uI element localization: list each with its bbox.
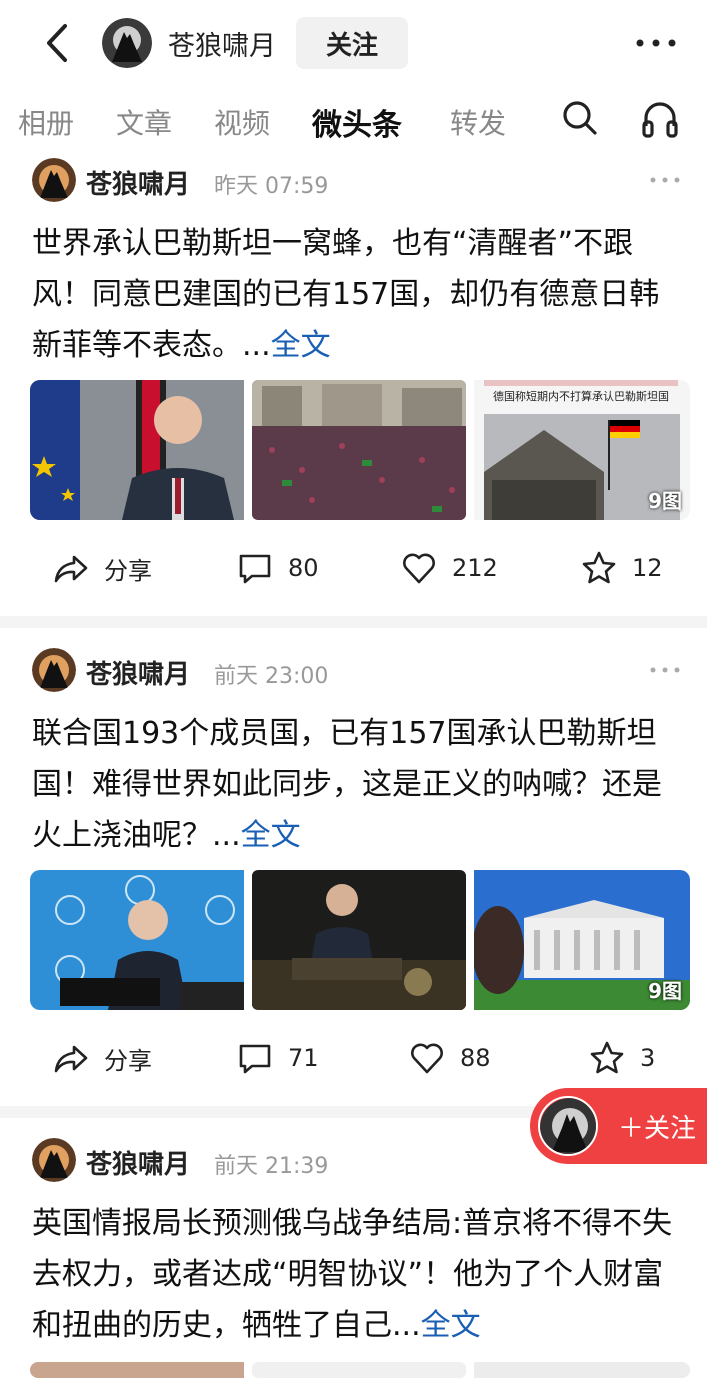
- share-label: 分享: [104, 1046, 152, 1075]
- like-count: 212: [452, 554, 498, 582]
- post-header: 苍狼啸月 前天 23:00: [30, 646, 690, 698]
- more-icon[interactable]: [633, 28, 679, 58]
- comment-icon: [239, 554, 271, 584]
- tab-videos[interactable]: 视频: [214, 102, 270, 142]
- post-body: 联合国193个成员国，已有157国承认巴勒斯坦国！难得世界如此同步，这是正义的呐…: [32, 716, 662, 853]
- avatar[interactable]: [32, 648, 76, 692]
- more-icon[interactable]: [648, 170, 682, 190]
- avatar[interactable]: [102, 18, 152, 68]
- like-button[interactable]: 212: [400, 538, 498, 598]
- share-button[interactable]: 分享: [52, 1028, 152, 1088]
- tab-reposts[interactable]: 转发: [450, 102, 506, 142]
- divider: [0, 616, 707, 628]
- post-body: 英国情报局长预测俄乌战争结局:普京将不得不失去权力，或者达成“明智协议”！他为了…: [32, 1206, 673, 1343]
- post-time: 前天 21:39: [214, 1154, 329, 1179]
- comment-icon: [239, 1044, 271, 1074]
- post-image[interactable]: [30, 1362, 244, 1378]
- post-author[interactable]: 苍狼啸月: [86, 654, 190, 691]
- headphones-icon[interactable]: [640, 98, 680, 140]
- post-body: 世界承认巴勒斯坦一窝蜂，也有“清醒者”不跟风！同意巴建国的已有157国，却仍有德…: [32, 226, 660, 363]
- full-text-link[interactable]: 全文: [241, 818, 301, 853]
- favorite-button[interactable]: 3: [588, 1028, 655, 1088]
- like-button[interactable]: 88: [408, 1028, 491, 1088]
- post-header: 苍狼啸月 昨天 07:59: [30, 156, 690, 208]
- full-text-link[interactable]: 全文: [421, 1308, 481, 1343]
- post-images[interactable]: 9图: [30, 870, 690, 1010]
- comment-button[interactable]: 71: [236, 1028, 319, 1088]
- share-icon: [54, 555, 88, 583]
- post-time: 前天 23:00: [214, 664, 329, 689]
- back-icon[interactable]: [38, 20, 78, 66]
- favorite-button[interactable]: 12: [580, 538, 663, 598]
- search-icon[interactable]: [560, 98, 600, 138]
- tab-album[interactable]: 相册: [18, 102, 74, 142]
- post-time: 昨天 07:59: [214, 174, 329, 199]
- like-count: 88: [460, 1044, 491, 1072]
- post-text[interactable]: 联合国193个成员国，已有157国承认巴勒斯坦国！难得世界如此同步，这是正义的呐…: [32, 708, 682, 861]
- share-icon: [54, 1045, 88, 1073]
- share-button[interactable]: 分享: [52, 538, 152, 598]
- tab-articles[interactable]: 文章: [116, 102, 172, 142]
- post-image[interactable]: [30, 870, 244, 1010]
- image-count-badge: 9图: [648, 979, 682, 1003]
- favorite-count: 12: [632, 554, 663, 582]
- post-card[interactable]: 苍狼啸月 昨天 07:59 世界承认巴勒斯坦一窝蜂，也有“清醒者”不跟风！同意巴…: [0, 156, 707, 616]
- heart-icon: [403, 553, 435, 584]
- follow-button[interactable]: 关注: [296, 17, 408, 69]
- post-author[interactable]: 苍狼啸月: [86, 164, 190, 201]
- follow-label: ＋关注: [618, 1114, 697, 1144]
- star-icon: [590, 1041, 624, 1074]
- post-actions: 分享 80 212 12: [0, 538, 707, 598]
- post-text[interactable]: 世界承认巴勒斯坦一窝蜂，也有“清醒者”不跟风！同意巴建国的已有157国，却仍有德…: [32, 218, 682, 371]
- floating-follow-button[interactable]: ＋关注: [530, 1088, 707, 1164]
- comment-count: 71: [288, 1044, 319, 1072]
- post-card[interactable]: 苍狼啸月 前天 23:00 联合国193个成员国，已有157国承认巴勒斯坦国！难…: [0, 646, 707, 1096]
- post-image[interactable]: [252, 870, 466, 1010]
- image-caption: 德国称短期内不打算承认巴勒斯坦国: [493, 390, 669, 403]
- author-name[interactable]: 苍狼啸月: [168, 24, 276, 63]
- share-label: 分享: [104, 556, 152, 585]
- image-count-badge: 9图: [648, 489, 682, 513]
- favorite-count: 3: [640, 1044, 656, 1072]
- tab-bar: 相册 文章 视频 微头条 转发: [0, 92, 707, 148]
- heart-icon: [411, 1043, 443, 1074]
- post-images[interactable]: 德国称短期内不打算承认巴勒斯坦国 9图: [30, 380, 690, 520]
- post-image[interactable]: 德国称短期内不打算承认巴勒斯坦国 9图: [474, 380, 690, 520]
- top-bar: 苍狼啸月 关注: [0, 0, 707, 88]
- comment-count: 80: [288, 554, 319, 582]
- tab-micro-posts[interactable]: 微头条: [312, 100, 402, 144]
- post-image[interactable]: [474, 1362, 690, 1378]
- post-image[interactable]: [30, 380, 244, 520]
- star-icon: [582, 551, 616, 584]
- avatar[interactable]: [32, 158, 76, 202]
- avatar: [538, 1096, 598, 1156]
- comment-button[interactable]: 80: [236, 538, 319, 598]
- post-image[interactable]: [252, 1362, 466, 1378]
- avatar[interactable]: [32, 1138, 76, 1182]
- post-actions: 分享 71 88 3: [0, 1028, 707, 1088]
- post-image[interactable]: 9图: [474, 870, 690, 1010]
- post-text[interactable]: 英国情报局长预测俄乌战争结局:普京将不得不失去权力，或者达成“明智协议”！他为了…: [32, 1198, 682, 1351]
- post-card[interactable]: 苍狼啸月 前天 21:39 英国情报局长预测俄乌战争结局:普京将不得不失去权力，…: [0, 1136, 707, 1378]
- post-author[interactable]: 苍狼啸月: [86, 1144, 190, 1181]
- post-images[interactable]: [30, 1362, 690, 1378]
- post-image[interactable]: [252, 380, 466, 520]
- more-icon[interactable]: [648, 660, 682, 680]
- full-text-link[interactable]: 全文: [271, 328, 331, 363]
